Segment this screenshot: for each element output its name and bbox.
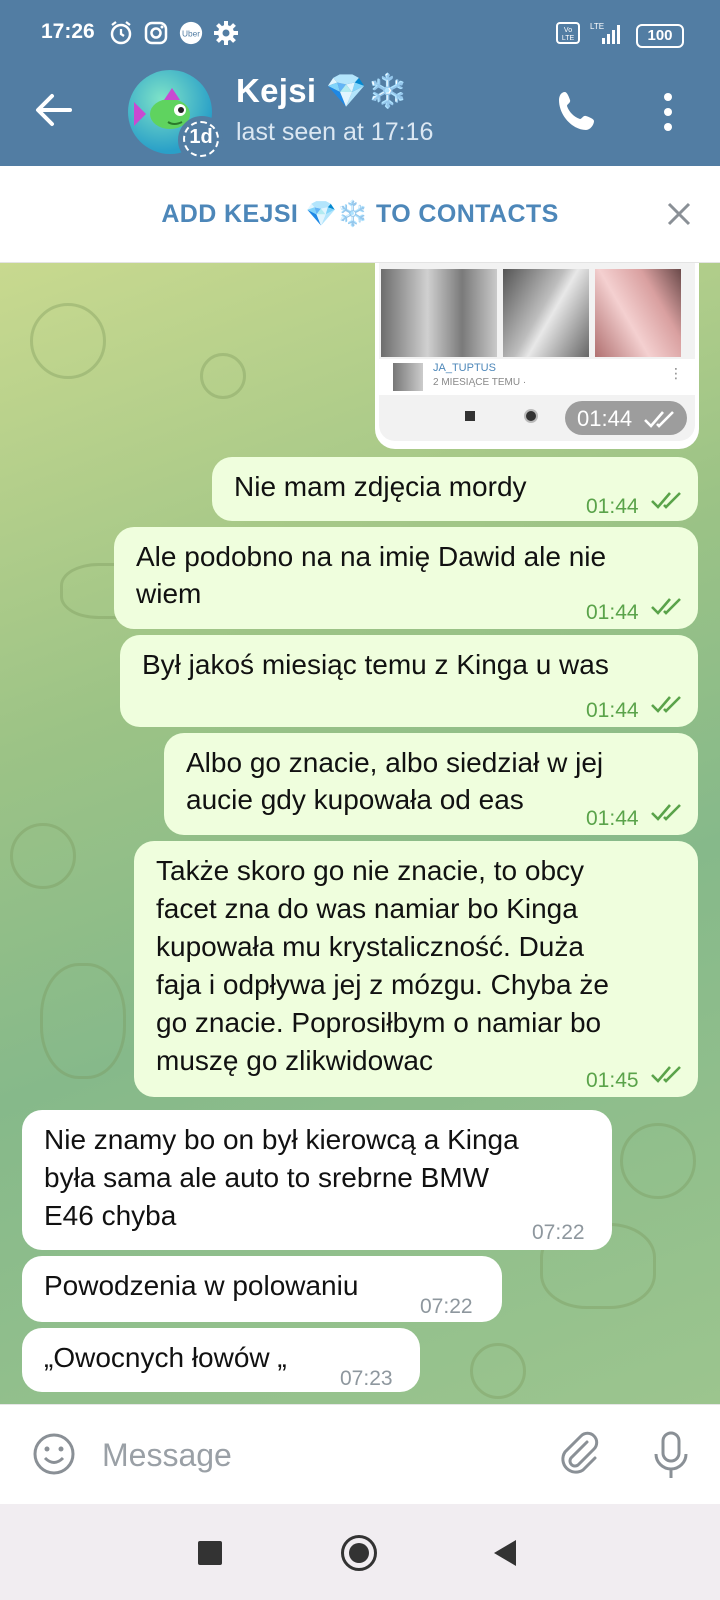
message-time: 01:44 xyxy=(586,807,639,830)
chat-header: 17:26 Uber Vo LTE LTE 100 1d Kejsi 💎❄️ l… xyxy=(0,0,720,166)
message-text: Albo go znacie, albo siedział w jej xyxy=(186,747,604,778)
message-text: aucie gdy kupowała od eas xyxy=(186,784,524,815)
message-text: wiem xyxy=(136,578,202,609)
double-check-icon xyxy=(651,598,681,615)
message-time: 07:22 xyxy=(532,1221,585,1244)
close-icon[interactable] xyxy=(666,201,692,227)
photo-thumbnail xyxy=(595,269,681,357)
double-check-icon xyxy=(651,696,681,713)
message-text: E46 chyba xyxy=(44,1200,177,1231)
gear-icon xyxy=(214,21,238,45)
message-time: 07:22 xyxy=(420,1295,473,1318)
double-check-icon xyxy=(651,804,681,821)
message-text: facet zna do was namiar bo Kinga xyxy=(156,893,578,924)
message-text: kupowała mu krystaliczność. Duża xyxy=(156,931,584,962)
profile-strip: JA_TUPTUS 2 MIESIĄCE TEMU · ⋮ xyxy=(379,359,695,395)
message-time: 01:44 xyxy=(586,601,639,624)
phone-icon[interactable] xyxy=(555,88,601,134)
outgoing-message[interactable]: Ale podobno na na imię Dawid ale nie wie… xyxy=(114,527,698,629)
incoming-message[interactable]: Powodzenia w polowaniu 07:22 xyxy=(22,1256,502,1322)
home-button[interactable] xyxy=(341,1535,377,1571)
double-check-icon xyxy=(651,492,681,509)
media-screenshot[interactable]: JA_TUPTUS 2 MIESIĄCE TEMU · ⋮ 01:44 xyxy=(379,263,695,441)
message-input[interactable] xyxy=(100,1432,524,1478)
outgoing-message[interactable]: Także skoro go nie znacie, to obcy facet… xyxy=(134,841,698,1097)
more-vertical-icon[interactable] xyxy=(660,92,676,132)
double-check-icon xyxy=(644,411,674,428)
message-text: Nie znamy bo on był kierowcą a Kinga xyxy=(44,1124,519,1155)
signal-icon: LTE xyxy=(590,22,620,44)
stop-icon xyxy=(465,411,475,421)
media-timestamp: 01:44 xyxy=(565,401,687,435)
message-text: muszę go zlikwidowac xyxy=(156,1045,433,1076)
message-text: „Owocnych łowów „ xyxy=(44,1342,287,1373)
svg-text:LTE: LTE xyxy=(590,22,604,31)
message-time: 01:44 xyxy=(586,495,639,518)
alarm-icon xyxy=(110,21,132,45)
uber-icon: Uber xyxy=(179,21,203,45)
profile-thumbnail xyxy=(393,363,423,391)
message-time: 07:23 xyxy=(340,1367,393,1390)
message-time: 01:44 xyxy=(586,699,639,722)
instagram-icon xyxy=(144,21,168,45)
media-message[interactable]: JA_TUPTUS 2 MIESIĄCE TEMU · ⋮ 01:44 xyxy=(375,263,699,449)
attach-icon[interactable] xyxy=(556,1430,602,1476)
battery-icon: 100 xyxy=(636,24,684,48)
outgoing-message[interactable]: Nie mam zdjęcia mordy 01:44 xyxy=(212,457,698,521)
outgoing-message[interactable]: Był jakoś miesiąc temu z Kinga u was 01:… xyxy=(120,635,698,727)
home-icon xyxy=(524,409,538,423)
add-to-contacts-button[interactable]: ADD KEJSI 💎❄️ TO CONTACTS xyxy=(0,200,720,229)
contact-name[interactable]: Kejsi 💎❄️ xyxy=(236,72,409,111)
last-seen-status: last seen at 17:16 xyxy=(236,118,434,146)
profile-name: JA_TUPTUS xyxy=(433,362,496,374)
photo-thumbnail xyxy=(503,269,589,357)
media-time-label: 01:44 xyxy=(577,406,633,431)
message-text: go znacie. Poprosiłbym o namiar bo xyxy=(156,1007,602,1038)
message-text: była sama ale auto to srebrne BMW xyxy=(44,1162,490,1193)
photo-thumbnail xyxy=(381,269,497,357)
incoming-message[interactable]: „Owocnych łowów „ 07:23 xyxy=(22,1328,420,1392)
volte-icon: VoLTE xyxy=(556,22,580,44)
message-text: Powodzenia w polowaniu xyxy=(44,1270,359,1301)
outgoing-message[interactable]: Albo go znacie, albo siedział w jej auci… xyxy=(164,733,698,835)
back-arrow-icon[interactable] xyxy=(34,92,74,128)
story-badge-label: 1d xyxy=(189,126,213,148)
double-check-icon xyxy=(651,1066,681,1083)
svg-text:Vo: Vo xyxy=(564,27,572,34)
message-text: faja i odpływa jej z mózgu. Chyba że xyxy=(156,969,609,1000)
message-time: 01:45 xyxy=(586,1069,639,1092)
message-text: Nie mam zdjęcia mordy xyxy=(234,471,527,502)
incoming-message[interactable]: Nie znamy bo on był kierowcą a Kinga był… xyxy=(22,1110,612,1250)
more-vertical-icon: ⋮ xyxy=(669,365,683,381)
recents-button[interactable] xyxy=(198,1541,222,1565)
svg-text:Uber: Uber xyxy=(182,29,200,39)
back-nav-button[interactable] xyxy=(492,1538,518,1568)
battery-level: 100 xyxy=(647,27,673,44)
message-text: Ale podobno na na imię Dawid ale nie xyxy=(136,541,607,572)
emoji-icon[interactable] xyxy=(32,1432,76,1476)
message-text: Także skoro go nie znacie, to obcy xyxy=(156,855,585,886)
svg-text:LTE: LTE xyxy=(562,35,575,42)
profile-subtitle: 2 MIESIĄCE TEMU · xyxy=(433,377,527,388)
message-text: Był jakoś miesiąc temu z Kinga u was xyxy=(142,649,609,680)
status-time: 17:26 xyxy=(41,20,95,43)
mic-icon[interactable] xyxy=(651,1430,691,1480)
story-badge: 1d xyxy=(178,116,226,164)
